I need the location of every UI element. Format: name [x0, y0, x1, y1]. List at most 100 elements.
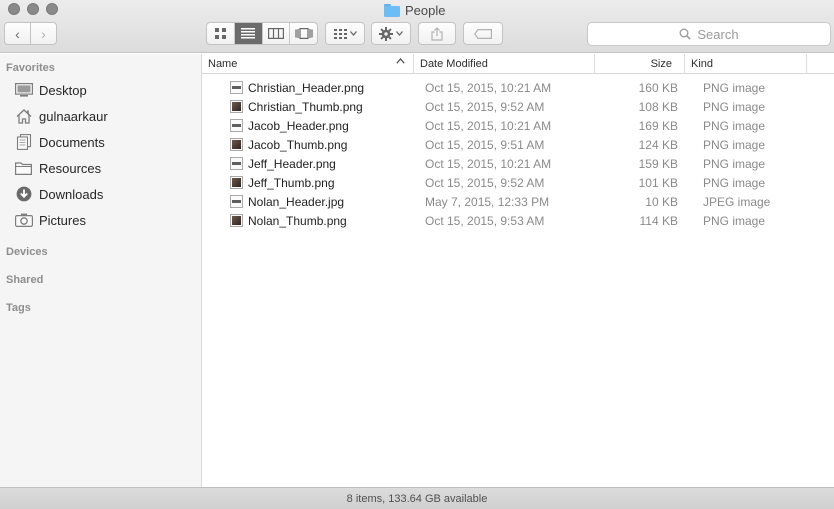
file-name-cell: Jeff_Thumb.png: [230, 173, 335, 192]
window-title: People: [384, 1, 445, 19]
minimize-window-button[interactable]: [27, 3, 39, 15]
file-date: Oct 15, 2015, 9:51 AM: [425, 137, 545, 152]
table-row[interactable]: Jacob_Thumb.png Oct 15, 2015, 9:51 AM 124 …: [202, 135, 834, 154]
file-kind: JPEG image: [703, 194, 771, 209]
banner-thumbnail-icon: [230, 81, 243, 94]
column-kind-label: Kind: [691, 58, 714, 70]
chevron-right-icon: ›: [41, 25, 46, 42]
column-view-button[interactable]: [263, 23, 291, 44]
file-date: Oct 15, 2015, 10:21 AM: [425, 156, 552, 171]
back-button[interactable]: ‹: [4, 22, 31, 45]
sidebar-item-label: Resources: [39, 160, 102, 176]
search-field[interactable]: Search: [587, 22, 831, 46]
file-name-cell: Jacob_Thumb.png: [230, 135, 347, 154]
sort-ascending-icon: [396, 56, 405, 67]
file-name-cell: Jeff_Header.png: [230, 154, 336, 173]
table-row[interactable]: Jeff_Header.png Oct 15, 2015, 10:21 AM 159…: [202, 154, 834, 173]
image-thumbnail-icon: [230, 214, 243, 227]
file-name: Nolan_Header.jpg: [248, 194, 345, 209]
file-size: 160 KB: [638, 80, 678, 95]
chevron-down-icon: [349, 31, 357, 36]
forward-button[interactable]: ›: [30, 22, 57, 45]
tag-icon: [474, 28, 492, 39]
file-date: Oct 15, 2015, 9:52 AM: [425, 99, 545, 114]
sidebar-item-pictures[interactable]: Pictures: [14, 210, 86, 230]
sidebar-item-desktop[interactable]: Desktop: [14, 80, 87, 100]
file-name: Christian_Header.png: [248, 80, 365, 95]
table-row[interactable]: Christian_Thumb.png Oct 15, 2015, 9:52 AM…: [202, 97, 834, 116]
image-thumbnail-icon: [230, 138, 243, 151]
search-icon: [679, 28, 692, 40]
sidebar-item-downloads[interactable]: Downloads: [14, 184, 103, 204]
banner-thumbnail-icon: [230, 195, 243, 208]
file-size: 101 KB: [638, 175, 678, 190]
file-size: 114 KB: [639, 213, 678, 228]
image-thumbnail-icon: [230, 176, 243, 189]
window-title-text: People: [405, 2, 446, 18]
edit-tags-button[interactable]: [463, 22, 503, 45]
banner-thumbnail-icon: [230, 119, 243, 132]
sidebar-item-label: Documents: [39, 134, 105, 150]
downloads-icon: [14, 186, 33, 202]
coverflow-view-button[interactable]: [290, 23, 317, 44]
file-kind: PNG image: [703, 80, 766, 95]
table-row[interactable]: Nolan_Header.jpg May 7, 2015, 12:33 PM 10 …: [202, 192, 834, 211]
table-row[interactable]: Jeff_Thumb.png Oct 15, 2015, 9:52 AM 101 K…: [202, 173, 834, 192]
zoom-window-button[interactable]: [46, 3, 58, 15]
table-row[interactable]: Nolan_Thumb.png Oct 15, 2015, 9:53 AM 114 …: [202, 211, 834, 230]
sidebar-item-label: Pictures: [39, 212, 86, 228]
sidebar-item-documents[interactable]: Documents: [14, 132, 105, 152]
image-thumbnail-icon: [230, 100, 243, 113]
file-date: May 7, 2015, 12:33 PM: [425, 194, 550, 209]
column-name-header[interactable]: Name: [202, 54, 414, 74]
chevron-down-icon: [396, 31, 403, 36]
sidebar-section-devices[interactable]: Devices: [6, 246, 48, 258]
file-name: Jeff_Thumb.png: [248, 175, 335, 190]
file-name-cell: Nolan_Header.jpg: [230, 192, 344, 211]
file-name: Christian_Thumb.png: [248, 99, 363, 114]
table-row[interactable]: Christian_Header.png Oct 15, 2015, 10:21 …: [202, 78, 834, 97]
list-icon: [241, 28, 256, 39]
share-button[interactable]: [418, 22, 456, 45]
column-kind-header[interactable]: Kind: [685, 54, 807, 74]
icon-view-button[interactable]: [207, 23, 235, 44]
file-name: Jacob_Header.png: [248, 118, 349, 133]
file-size: 108 KB: [638, 99, 678, 114]
file-size: 124 KB: [638, 137, 678, 152]
column-date-label: Date Modified: [420, 58, 488, 70]
sidebar-item-resources[interactable]: Resources: [14, 158, 101, 178]
list-view-button[interactable]: [234, 23, 263, 44]
sidebar: Favorites Desktop gulnaarkaur Documents …: [0, 54, 202, 487]
file-date: Oct 15, 2015, 10:21 AM: [425, 80, 552, 95]
sidebar-item-label: Desktop: [39, 82, 87, 98]
file-date: Oct 15, 2015, 10:21 AM: [425, 118, 552, 133]
share-icon: [431, 26, 443, 41]
file-name: Jeff_Header.png: [248, 156, 336, 171]
column-size-header[interactable]: Size: [595, 54, 685, 74]
grid-icon: [214, 28, 226, 39]
view-mode-control: [206, 22, 318, 45]
sidebar-section-tags[interactable]: Tags: [6, 302, 31, 314]
file-kind: PNG image: [703, 118, 766, 133]
desktop-icon: [14, 82, 33, 98]
file-date: Oct 15, 2015, 9:53 AM: [425, 213, 545, 228]
file-size: 10 KB: [645, 194, 678, 209]
search-placeholder: Search: [697, 26, 739, 42]
close-window-button[interactable]: [8, 3, 20, 15]
column-size-label: Size: [650, 58, 672, 70]
column-name-label: Name: [208, 58, 238, 70]
action-button[interactable]: [371, 22, 411, 45]
column-date-header[interactable]: Date Modified: [414, 54, 595, 74]
folder-icon: [14, 160, 33, 176]
home-icon: [14, 108, 33, 124]
status-text: 8 items, 133.64 GB available: [346, 492, 488, 505]
file-kind: PNG image: [703, 137, 766, 152]
sidebar-item-home[interactable]: gulnaarkaur: [14, 106, 108, 126]
coverflow-icon: [295, 28, 313, 39]
arrange-button[interactable]: [325, 22, 365, 45]
file-name-cell: Christian_Thumb.png: [230, 97, 363, 116]
folder-icon: [384, 3, 400, 17]
file-name: Jacob_Thumb.png: [248, 137, 348, 152]
table-row[interactable]: Jacob_Header.png Oct 15, 2015, 10:21 AM 16…: [202, 116, 834, 135]
sidebar-section-shared[interactable]: Shared: [6, 274, 43, 286]
